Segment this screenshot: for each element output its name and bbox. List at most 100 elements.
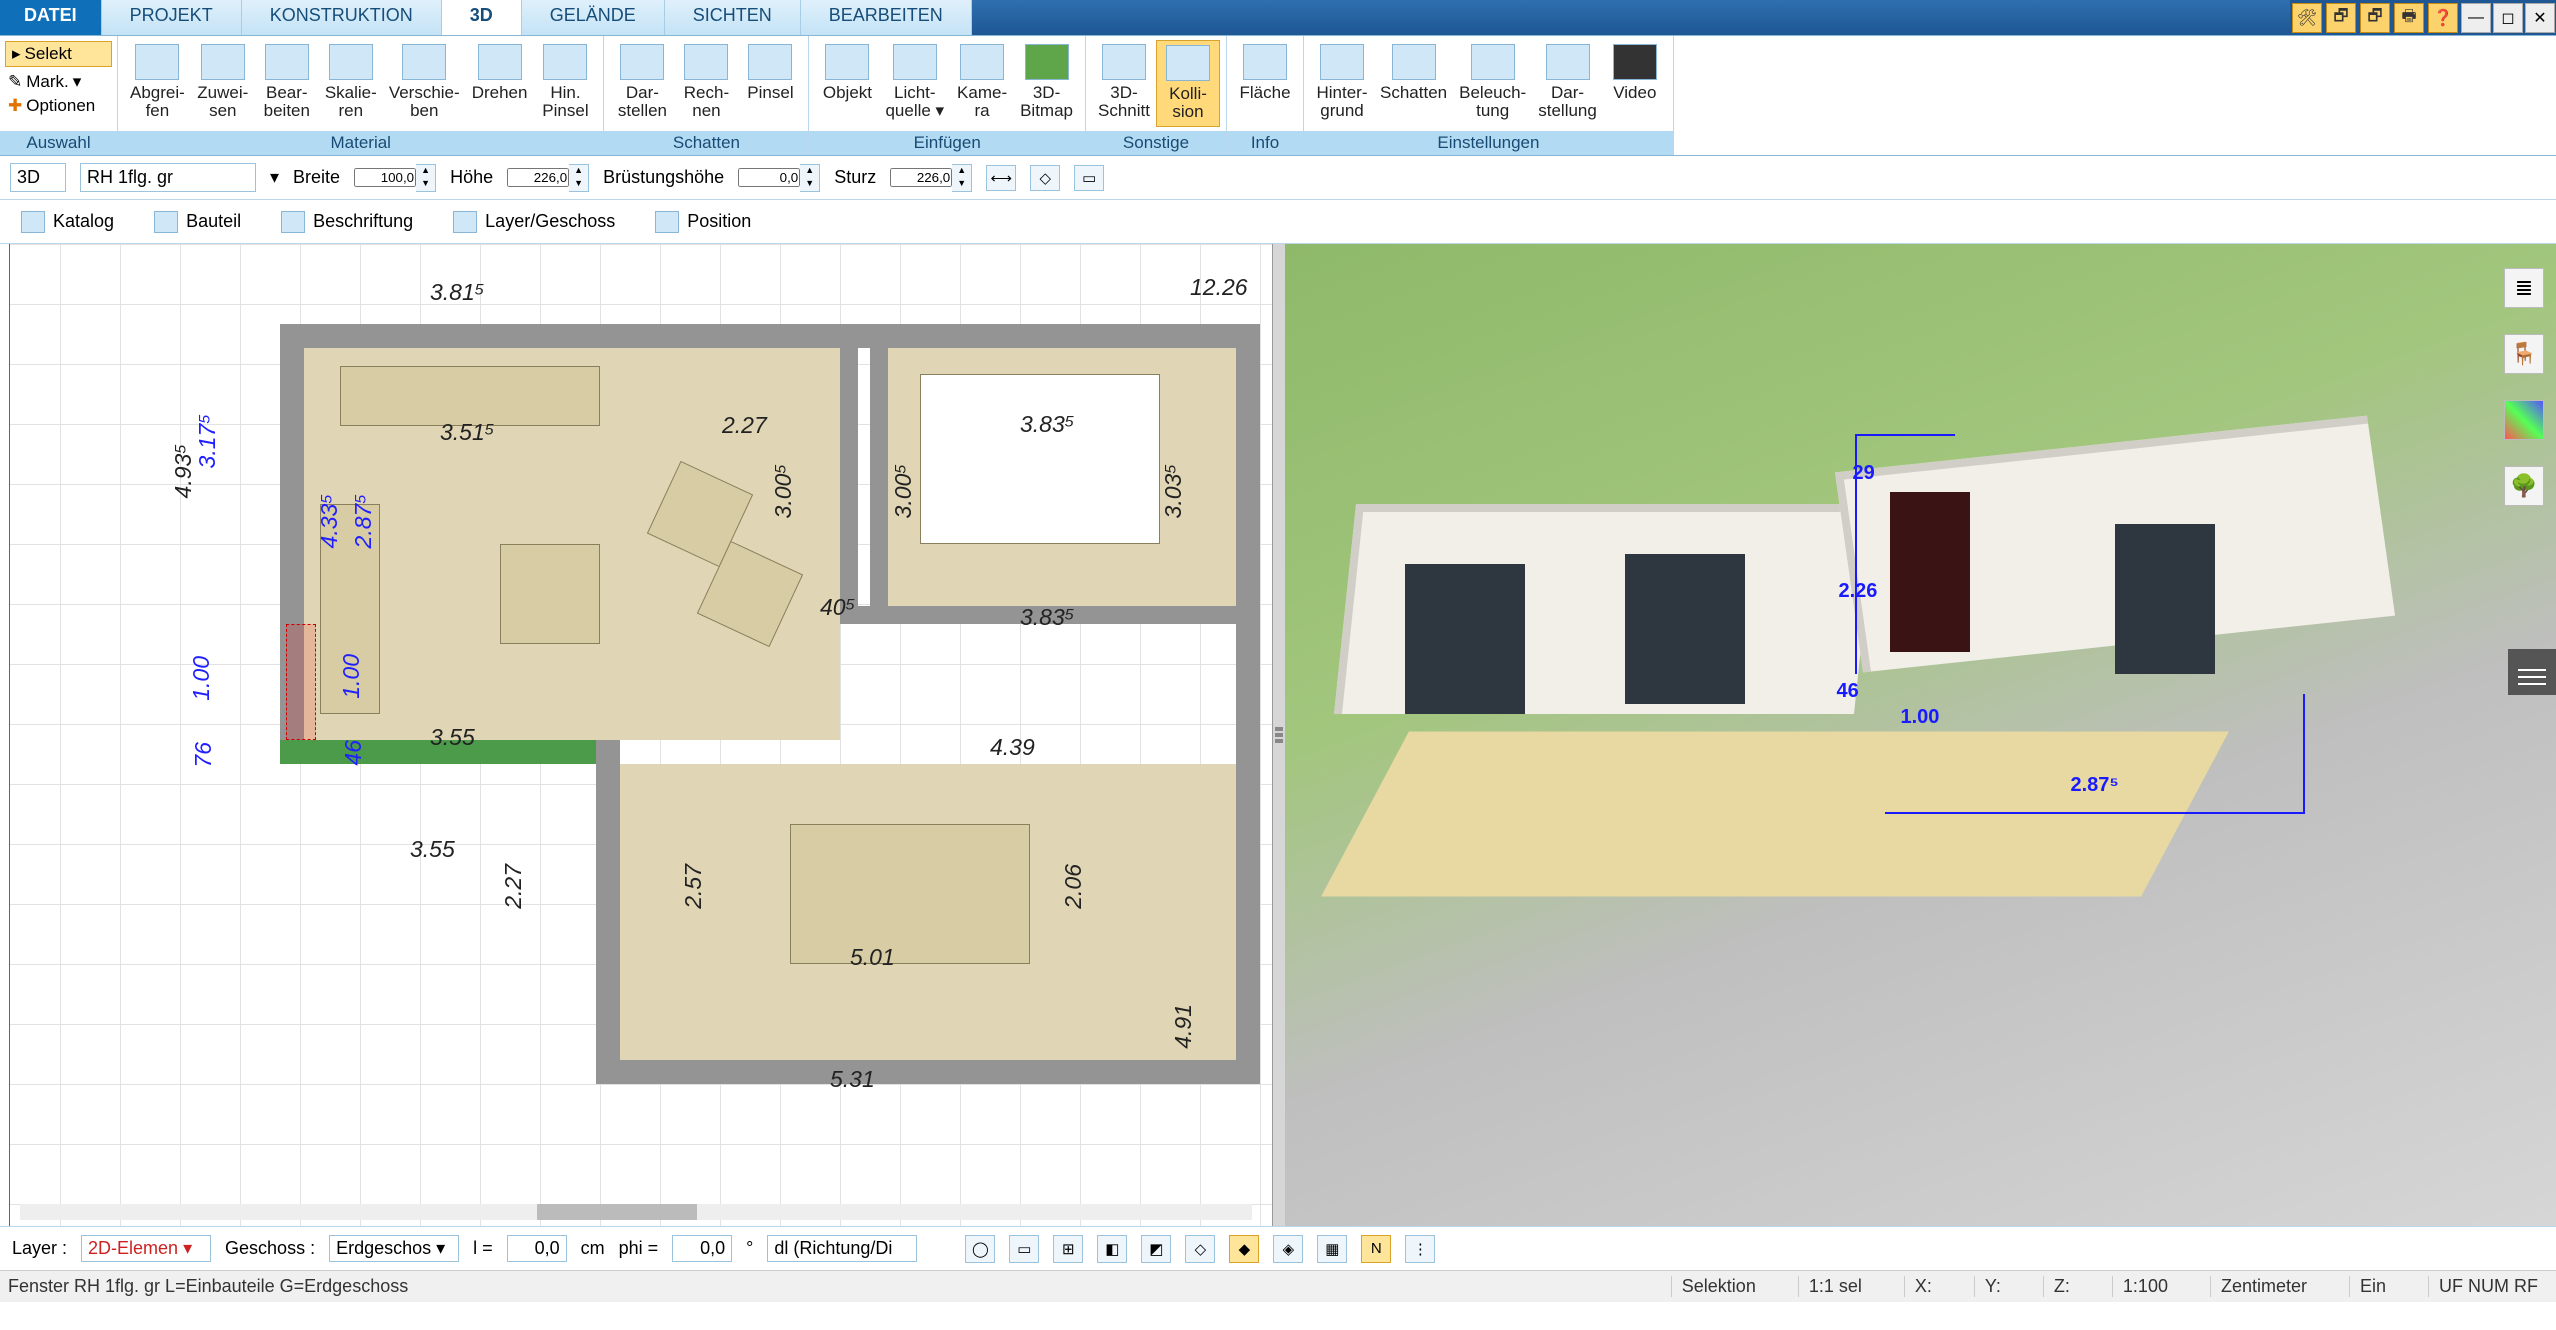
sb-icon-11[interactable]: ⋮: [1405, 1235, 1435, 1263]
colors-tool-icon[interactable]: [2504, 400, 2544, 440]
layer-button[interactable]: Layer/Geschoss: [442, 206, 626, 238]
element-field[interactable]: [80, 163, 256, 192]
dim3d-226: 2.26: [1839, 580, 1878, 603]
menu-tab-datei[interactable]: DATEI: [0, 0, 102, 35]
abgreifen-button[interactable]: Abgrei- fen: [124, 40, 191, 127]
extra-icon-1[interactable]: ⟷: [986, 165, 1016, 191]
breite-input[interactable]: [354, 168, 416, 187]
darstellung-button[interactable]: Dar- stellung: [1532, 40, 1603, 127]
beleuchtung-button[interactable]: Beleuch- tung: [1453, 40, 1532, 127]
2d-view[interactable]: 3.81⁵ 12.26: [0, 244, 1273, 1226]
quick-tool-1-icon[interactable]: 🛠: [2292, 3, 2322, 33]
menu-tab-bearbeiten[interactable]: BEARBEITEN: [801, 0, 972, 35]
drehen-button[interactable]: Drehen: [466, 40, 534, 127]
menu-tab-projekt[interactable]: PROJEKT: [102, 0, 242, 35]
sb-icon-10[interactable]: N: [1361, 1235, 1391, 1263]
kollision-button[interactable]: Kolli- sion: [1156, 40, 1220, 127]
furniture-tool-icon[interactable]: 🪑: [2504, 334, 2544, 374]
monitor-icon: [1546, 44, 1590, 80]
assign-icon: [201, 44, 245, 80]
extra-icon-3[interactable]: ▭: [1074, 165, 1104, 191]
sb-icon-2[interactable]: ▭: [1009, 1235, 1039, 1263]
layer-select[interactable]: [81, 1235, 211, 1262]
pinsel-button[interactable]: Pinsel: [738, 40, 802, 127]
geschoss-select[interactable]: [329, 1235, 459, 1262]
hoehe-spinner[interactable]: ▲▼: [569, 164, 589, 192]
mark-dropdown[interactable]: ✎Mark.▾: [2, 70, 115, 94]
window-minimize-icon[interactable]: —: [2461, 3, 2491, 33]
selected-window[interactable]: [286, 624, 316, 740]
bottom-toolbar: Layer : Geschoss : l = cm phi = ° ◯ ▭ ⊞ …: [0, 1226, 2556, 1270]
phi-input[interactable]: [672, 1235, 732, 1262]
help-icon[interactable]: ❓: [2428, 3, 2458, 33]
window-maximize-icon[interactable]: ◻: [2493, 3, 2523, 33]
menu-tab-gelaende[interactable]: GELÄNDE: [522, 0, 665, 35]
window-close-icon[interactable]: ✕: [2525, 3, 2555, 33]
optionen-button[interactable]: ✚Optionen: [2, 94, 115, 118]
menu-tab-sichten[interactable]: SICHTEN: [665, 0, 801, 35]
sb-icon-3[interactable]: ⊞: [1053, 1235, 1083, 1263]
sturz-input[interactable]: [890, 168, 952, 187]
hin-pinsel-button[interactable]: Hin. Pinsel: [533, 40, 597, 127]
zuweisen-button[interactable]: Zuwei- sen: [191, 40, 255, 127]
katalog-button[interactable]: Katalog: [10, 206, 125, 238]
quick-tool-3-icon[interactable]: 🗗: [2360, 3, 2390, 33]
position-button[interactable]: Position: [644, 206, 762, 238]
pane-splitter[interactable]: [1273, 244, 1285, 1226]
hoehe-input[interactable]: [507, 168, 569, 187]
sb-icon-5[interactable]: ◩: [1141, 1235, 1171, 1263]
brush2-icon: [748, 44, 792, 80]
tree-tool-icon[interactable]: 🌳: [2504, 466, 2544, 506]
quick-tool-4-icon[interactable]: 🖶: [2394, 3, 2424, 33]
eyedropper-icon: [135, 44, 179, 80]
bruestung-input[interactable]: [738, 168, 800, 187]
dim-351: 3.51⁵: [440, 419, 494, 446]
layers-tool-icon[interactable]: ≣: [2504, 268, 2544, 308]
hintergrund-button[interactable]: Hinter- grund: [1310, 40, 1374, 127]
3d-bitmap-button[interactable]: 3D- Bitmap: [1014, 40, 1079, 127]
menu-tab-konstruktion[interactable]: KONSTRUKTION: [242, 0, 442, 35]
dim-b355: 3.55: [410, 836, 455, 863]
3d-schnitt-button[interactable]: 3D- Schnitt: [1092, 40, 1156, 127]
skalieren-button[interactable]: Skalie- ren: [319, 40, 383, 127]
status-z: Z:: [2043, 1276, 2080, 1297]
selekt-button[interactable]: ▸Selekt: [5, 41, 112, 67]
objekt-button[interactable]: Objekt: [815, 40, 879, 127]
collapse-panel-icon[interactable]: [2508, 649, 2556, 695]
sb-icon-6[interactable]: ◇: [1185, 1235, 1215, 1263]
l-input[interactable]: [507, 1235, 567, 1262]
sturz-spinner[interactable]: ▲▼: [952, 164, 972, 192]
extra-icon-2[interactable]: ◇: [1030, 165, 1060, 191]
verschieben-button[interactable]: Verschie- ben: [383, 40, 466, 127]
mode-field[interactable]: [10, 163, 66, 192]
sb-icon-7[interactable]: ◆: [1229, 1235, 1259, 1263]
darstellen-button[interactable]: Dar- stellen: [610, 40, 674, 127]
lichtquelle-button[interactable]: Licht- quelle ▾: [879, 40, 950, 127]
bearbeiten-button[interactable]: Bear- beiten: [255, 40, 319, 127]
dropdown-icon[interactable]: ▾: [270, 167, 279, 188]
flaeche-button[interactable]: Fläche: [1233, 40, 1297, 127]
scrollbar-h[interactable]: [20, 1204, 1252, 1220]
status-selektion: Selektion: [1671, 1276, 1766, 1297]
video-button[interactable]: Video: [1603, 40, 1667, 127]
kamera-button[interactable]: Kame- ra: [950, 40, 1014, 127]
breite-spinner[interactable]: ▲▼: [416, 164, 436, 192]
3d-view[interactable]: 29 2.26 46 1.00 2.87⁵ ≣ 🪑 🌳: [1285, 244, 2556, 1226]
dim-sel287: 2.87⁵: [350, 494, 377, 548]
dim3d-29: 29: [1853, 462, 1875, 485]
schatten-button[interactable]: Schatten: [1374, 40, 1453, 127]
direction-select[interactable]: [767, 1235, 917, 1262]
rechnen-button[interactable]: Rech- nen: [674, 40, 738, 127]
menu-tab-3d[interactable]: 3D: [442, 0, 522, 35]
dim-sel100: 1.00: [338, 654, 365, 699]
sb-icon-8[interactable]: ◈: [1273, 1235, 1303, 1263]
dim-b206: 2.06: [1060, 864, 1087, 909]
bauteil-button[interactable]: Bauteil: [143, 206, 252, 238]
sb-icon-9[interactable]: ▦: [1317, 1235, 1347, 1263]
quick-tool-2-icon[interactable]: 🗗: [2326, 3, 2356, 33]
brush-icon: [543, 44, 587, 80]
sb-icon-4[interactable]: ◧: [1097, 1235, 1127, 1263]
beschriftung-button[interactable]: Beschriftung: [270, 206, 424, 238]
sb-icon-1[interactable]: ◯: [965, 1235, 995, 1263]
bruestung-spinner[interactable]: ▲▼: [800, 164, 820, 192]
